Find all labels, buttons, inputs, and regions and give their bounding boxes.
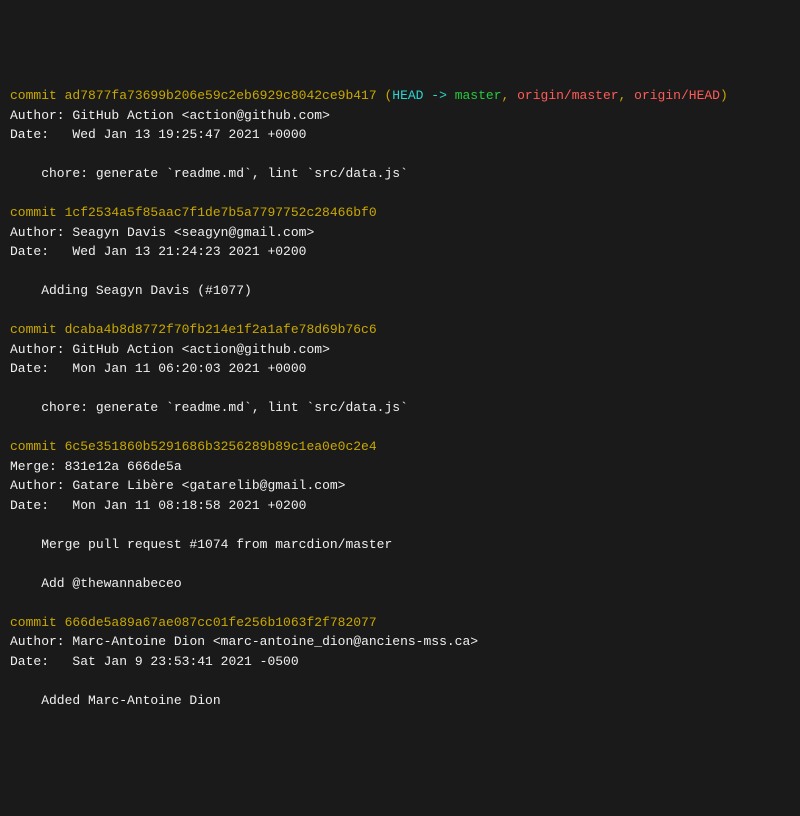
origin-head-ref: origin/HEAD bbox=[634, 88, 720, 103]
commit-message: chore: generate `readme.md`, lint `src/d… bbox=[10, 398, 790, 418]
blank-line bbox=[10, 301, 790, 321]
blank-line bbox=[10, 554, 790, 574]
commit-hash: 1cf2534a5f85aac7f1de7b5a7797752c28466bf0 bbox=[65, 205, 377, 220]
commit-message: Adding Seagyn Davis (#1077) bbox=[10, 281, 790, 301]
author-label: Author: bbox=[10, 478, 72, 493]
commit-label: commit bbox=[10, 439, 65, 454]
commit-line: commit ad7877fa73699b206e59c2eb6929c8042… bbox=[10, 86, 790, 106]
commit-message: Add @thewannabeceo bbox=[10, 574, 790, 594]
date-line: Date: Mon Jan 11 08:18:58 2021 +0200 bbox=[10, 496, 790, 516]
commit-label: commit bbox=[10, 205, 65, 220]
commit-label: commit bbox=[10, 322, 65, 337]
author-value: Marc-Antoine Dion <marc-antoine_dion@anc… bbox=[72, 634, 478, 649]
date-value: Mon Jan 11 06:20:03 2021 +0000 bbox=[72, 361, 306, 376]
author-value: GitHub Action <action@github.com> bbox=[72, 108, 329, 123]
commit-hash: 6c5e351860b5291686b3256289b89c1ea0e0c2e4 bbox=[65, 439, 377, 454]
author-label: Author: bbox=[10, 108, 72, 123]
date-line: Date: Wed Jan 13 21:24:23 2021 +0200 bbox=[10, 242, 790, 262]
author-line: Author: Marc-Antoine Dion <marc-antoine_… bbox=[10, 632, 790, 652]
refs-open: ( bbox=[377, 88, 393, 103]
author-line: Author: GitHub Action <action@github.com… bbox=[10, 106, 790, 126]
date-value: Sat Jan 9 23:53:41 2021 -0500 bbox=[72, 654, 298, 669]
author-label: Author: bbox=[10, 634, 72, 649]
author-line: Author: Gatare Libère <gatarelib@gmail.c… bbox=[10, 476, 790, 496]
date-value: Mon Jan 11 08:18:58 2021 +0200 bbox=[72, 498, 306, 513]
master-ref: master bbox=[455, 88, 502, 103]
date-label: Date: bbox=[10, 127, 72, 142]
refs-close: ) bbox=[720, 88, 728, 103]
commit-hash: ad7877fa73699b206e59c2eb6929c8042ce9b417 bbox=[65, 88, 377, 103]
date-value: Wed Jan 13 19:25:47 2021 +0000 bbox=[72, 127, 306, 142]
date-line: Date: Wed Jan 13 19:25:47 2021 +0000 bbox=[10, 125, 790, 145]
commit-label: commit bbox=[10, 615, 65, 630]
date-label: Date: bbox=[10, 654, 72, 669]
date-line: Date: Sat Jan 9 23:53:41 2021 -0500 bbox=[10, 652, 790, 672]
commit-message: Added Marc-Antoine Dion bbox=[10, 691, 790, 711]
blank-line bbox=[10, 379, 790, 399]
blank-line bbox=[10, 262, 790, 282]
author-label: Author: bbox=[10, 342, 72, 357]
merge-value: 831e12a 666de5a bbox=[65, 459, 182, 474]
commit-label: commit bbox=[10, 88, 65, 103]
blank-line bbox=[10, 184, 790, 204]
date-label: Date: bbox=[10, 361, 72, 376]
date-line: Date: Mon Jan 11 06:20:03 2021 +0000 bbox=[10, 359, 790, 379]
refs-sep: , bbox=[619, 88, 635, 103]
head-ref: HEAD -> bbox=[392, 88, 454, 103]
author-line: Author: GitHub Action <action@github.com… bbox=[10, 340, 790, 360]
commit-line: commit dcaba4b8d8772f70fb214e1f2a1afe78d… bbox=[10, 320, 790, 340]
commit-hash: 666de5a89a67ae087cc01fe256b1063f2f782077 bbox=[65, 615, 377, 630]
date-label: Date: bbox=[10, 244, 72, 259]
author-line: Author: Seagyn Davis <seagyn@gmail.com> bbox=[10, 223, 790, 243]
author-value: GitHub Action <action@github.com> bbox=[72, 342, 329, 357]
merge-line: Merge: 831e12a 666de5a bbox=[10, 457, 790, 477]
commit-message: chore: generate `readme.md`, lint `src/d… bbox=[10, 164, 790, 184]
author-label: Author: bbox=[10, 225, 72, 240]
blank-line bbox=[10, 671, 790, 691]
origin-master-ref: origin/master bbox=[517, 88, 618, 103]
date-value: Wed Jan 13 21:24:23 2021 +0200 bbox=[72, 244, 306, 259]
commit-message: Merge pull request #1074 from marcdion/m… bbox=[10, 535, 790, 555]
commit-hash: dcaba4b8d8772f70fb214e1f2a1afe78d69b76c6 bbox=[65, 322, 377, 337]
commit-line: commit 6c5e351860b5291686b3256289b89c1ea… bbox=[10, 437, 790, 457]
blank-line bbox=[10, 515, 790, 535]
blank-line bbox=[10, 145, 790, 165]
refs-sep: , bbox=[502, 88, 518, 103]
author-value: Seagyn Davis <seagyn@gmail.com> bbox=[72, 225, 314, 240]
date-label: Date: bbox=[10, 498, 72, 513]
commit-line: commit 1cf2534a5f85aac7f1de7b5a7797752c2… bbox=[10, 203, 790, 223]
blank-line bbox=[10, 418, 790, 438]
git-log-output: commit ad7877fa73699b206e59c2eb6929c8042… bbox=[10, 86, 790, 710]
blank-line bbox=[10, 593, 790, 613]
commit-line: commit 666de5a89a67ae087cc01fe256b1063f2… bbox=[10, 613, 790, 633]
merge-label: Merge: bbox=[10, 459, 65, 474]
author-value: Gatare Libère <gatarelib@gmail.com> bbox=[72, 478, 345, 493]
